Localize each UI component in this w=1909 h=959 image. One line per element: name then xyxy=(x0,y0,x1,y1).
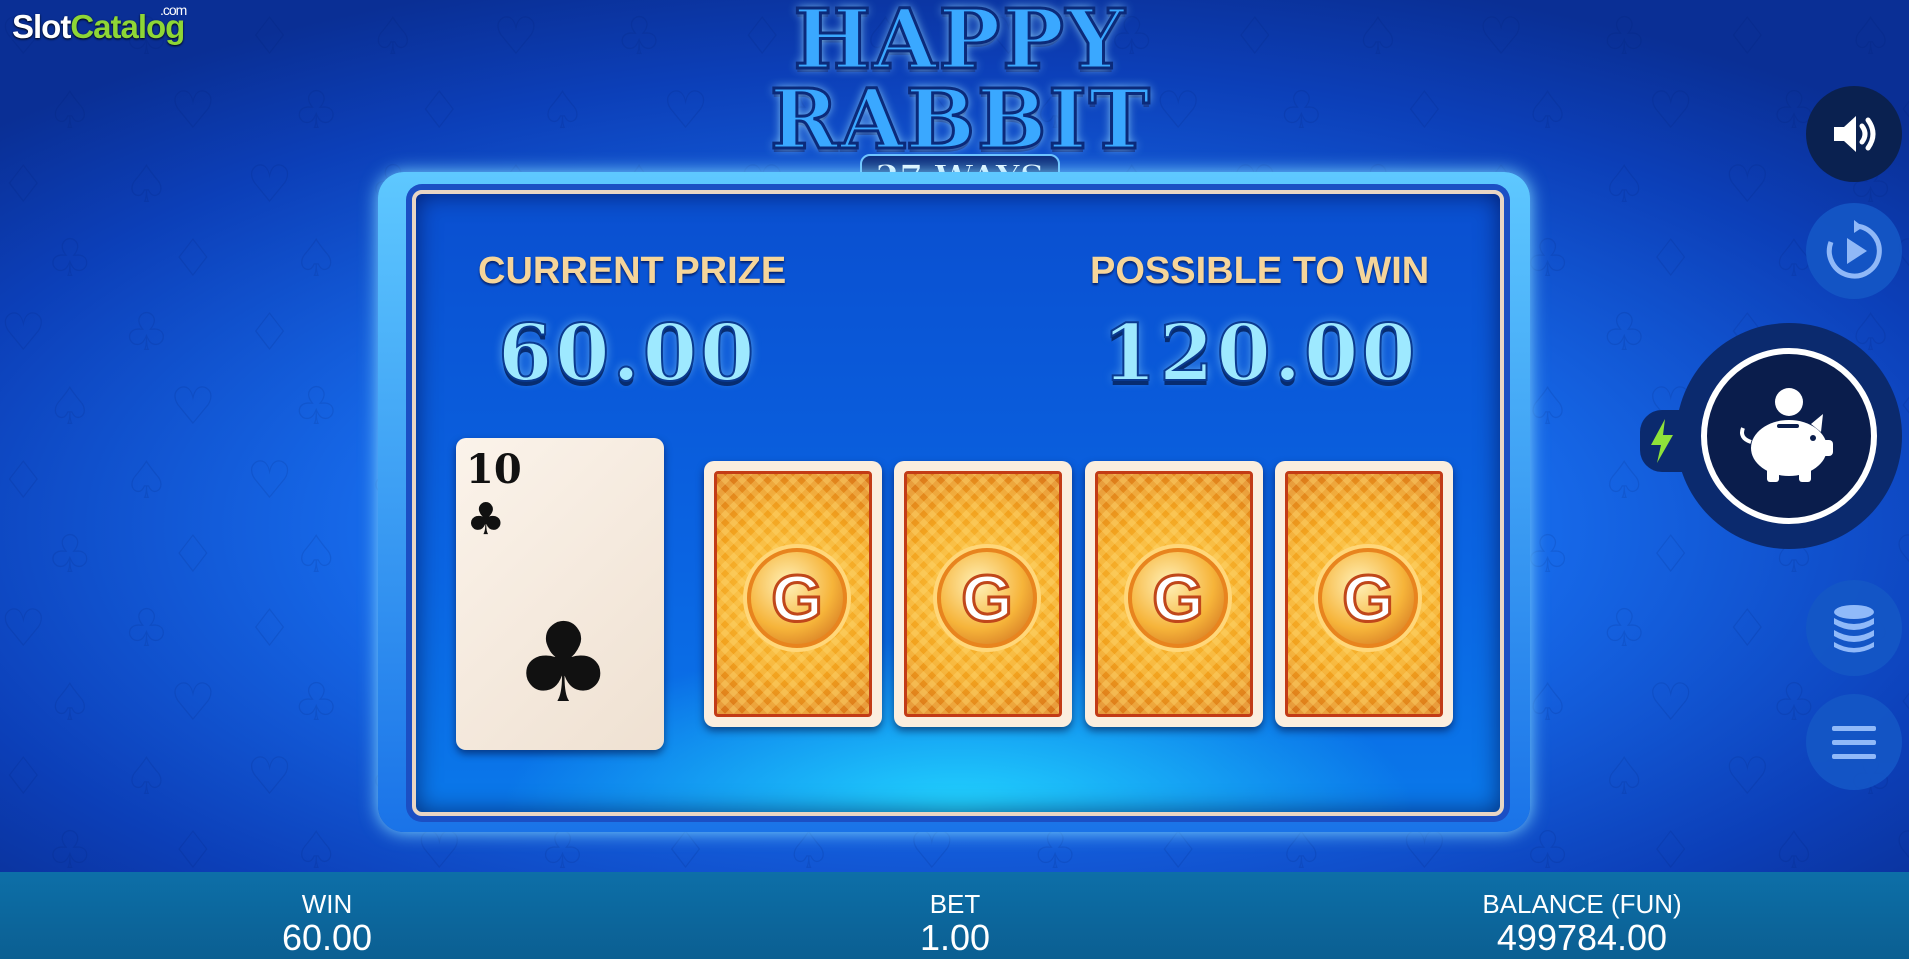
site-logo-slot: Slot xyxy=(12,8,71,45)
hidden-card-2[interactable]: G xyxy=(894,461,1072,727)
balance-value: 499784.00 xyxy=(1496,917,1668,958)
g-logo-icon: G xyxy=(937,548,1037,648)
sound-button[interactable] xyxy=(1806,86,1902,182)
autoplay-button[interactable] xyxy=(1806,203,1902,299)
coin-stack-icon xyxy=(1834,605,1874,653)
club-icon: ♣ xyxy=(514,599,613,727)
bet-value: 1.00 xyxy=(919,917,991,958)
site-logo: SlotCatalog .com xyxy=(12,2,187,46)
balance-display: BALANCE (FUN) 499784.00 xyxy=(1432,872,1732,957)
bet-display: BET 1.00 xyxy=(855,872,1055,957)
possible-to-win-value: 120.00 xyxy=(1101,307,1419,400)
status-bar: WIN 60.00 BET 1.00 BALANCE (FUN) 499784.… xyxy=(0,872,1909,959)
spin-button[interactable] xyxy=(1701,348,1877,524)
game-logo: HAPPY RABBIT 27 WAYS xyxy=(769,0,1152,202)
current-prize-label: CURRENT PRIZE xyxy=(478,250,787,292)
lightning-icon xyxy=(1651,419,1673,463)
piggy-bank-icon xyxy=(1740,388,1833,482)
speaker-icon xyxy=(1834,116,1876,152)
autoplay-icon xyxy=(1826,220,1882,279)
win-display: WIN 60.00 xyxy=(227,872,427,957)
g-logo-icon: G xyxy=(1318,548,1418,648)
possible-to-win-label: POSSIBLE TO WIN xyxy=(1090,250,1430,292)
g-logo-icon: G xyxy=(1128,548,1228,648)
g-logo-icon: G xyxy=(747,548,847,648)
club-icon: ♣ xyxy=(466,494,506,545)
game-logo-line2: RABBIT xyxy=(769,72,1152,168)
game-logo-line1: HAPPY xyxy=(792,0,1127,88)
balance-label: BALANCE (FUN) xyxy=(1482,889,1682,919)
hidden-card-1[interactable]: G xyxy=(704,461,882,727)
site-logo-com: .com xyxy=(160,2,187,18)
hidden-card-3[interactable]: G xyxy=(1085,461,1263,727)
hidden-card-4[interactable]: G xyxy=(1275,461,1453,727)
open-card: 10 ♣ ♣ xyxy=(456,438,664,750)
menu-button[interactable] xyxy=(1806,694,1902,790)
bet-label: BET xyxy=(929,889,981,919)
current-prize-value: 60.00 xyxy=(497,307,758,400)
win-value: 60.00 xyxy=(281,917,373,958)
turbo-button[interactable] xyxy=(1640,410,1684,472)
bet-button[interactable] xyxy=(1806,580,1902,676)
win-label: WIN xyxy=(301,889,353,919)
hamburger-menu-icon xyxy=(1832,726,1876,759)
open-card-rank: 10 xyxy=(466,446,522,493)
